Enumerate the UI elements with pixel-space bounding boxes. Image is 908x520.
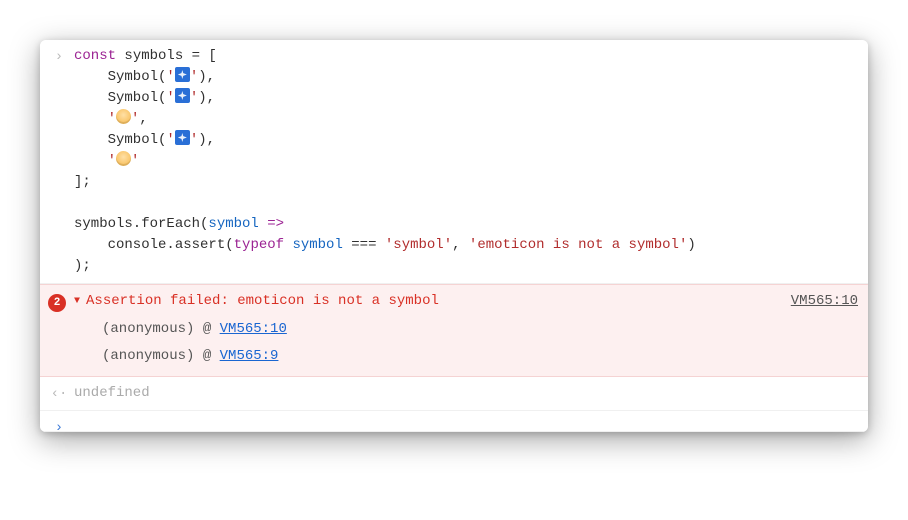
- error-source-link[interactable]: VM565:10: [791, 291, 858, 312]
- error-message: Assertion failed: emoticon is not a symb…: [86, 291, 785, 312]
- console-output-entry: ‹· undefined: [40, 377, 868, 411]
- input-prompt-icon: ›: [50, 47, 68, 68]
- console-input-entry: › const symbols = [ Symbol(''), Symbol('…: [40, 40, 868, 284]
- stack-frame-link[interactable]: VM565:9: [220, 348, 279, 364]
- stack-trace: (anonymous) @ VM565:10(anonymous) @ VM56…: [74, 316, 858, 370]
- code-block[interactable]: const symbols = [ Symbol(''), Symbol('')…: [74, 46, 858, 277]
- input-prompt-icon: ›: [50, 418, 68, 432]
- stack-frame-function: (anonymous): [102, 321, 203, 337]
- stack-frame-link[interactable]: VM565:10: [220, 321, 287, 337]
- console-error-entry: 2 ▼ Assertion failed: emoticon is not a …: [40, 284, 868, 377]
- emoji-face-icon: [116, 109, 131, 124]
- stack-frame-function: (anonymous): [102, 348, 203, 364]
- console-prompt[interactable]: ›: [40, 411, 868, 432]
- stack-frame: (anonymous) @ VM565:9: [102, 343, 858, 370]
- emoji-symbol-icon: [175, 67, 190, 82]
- disclosure-triangle-icon[interactable]: ▼: [74, 294, 80, 309]
- emoji-symbol-icon: [175, 130, 190, 145]
- stack-frame: (anonymous) @ VM565:10: [102, 316, 858, 343]
- output-prompt-icon: ‹·: [50, 384, 68, 405]
- emoji-symbol-icon: [175, 88, 190, 103]
- output-value: undefined: [74, 385, 150, 401]
- error-count-badge: 2: [48, 294, 66, 312]
- emoji-face-icon: [116, 151, 131, 166]
- error-gutter: 2: [48, 292, 66, 313]
- devtools-console: › const symbols = [ Symbol(''), Symbol('…: [40, 40, 868, 432]
